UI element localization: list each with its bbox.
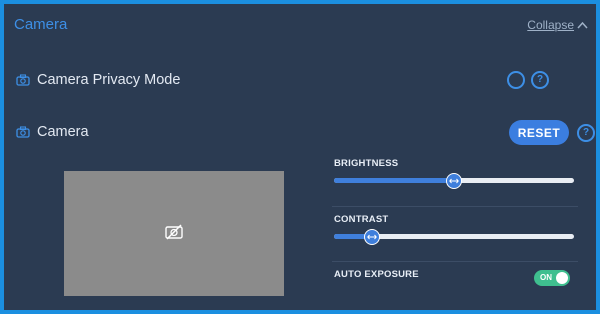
camera-section-header: Camera Collapse <box>4 4 596 44</box>
arrows-horizontal-icon <box>449 178 459 184</box>
collapse-link[interactable]: Collapse <box>527 18 588 32</box>
divider <box>332 261 578 262</box>
collapse-label: Collapse <box>527 18 574 32</box>
contrast-label: CONTRAST <box>334 214 389 225</box>
toggle-knob <box>556 272 568 284</box>
privacy-mode-label: Camera Privacy Mode <box>37 72 181 88</box>
chevron-up-icon <box>577 21 588 29</box>
camera-off-icon <box>165 224 183 240</box>
reset-button[interactable]: RESET <box>509 120 569 145</box>
divider <box>332 206 578 207</box>
slider-thumb[interactable] <box>446 173 462 189</box>
camera-label: Camera <box>37 124 89 140</box>
section-title: Camera <box>14 16 68 33</box>
auto-exposure-label: AUTO EXPOSURE <box>334 269 419 280</box>
brightness-label: BRIGHTNESS <box>334 158 399 169</box>
privacy-help-icon[interactable]: ? <box>531 71 549 89</box>
camera-preview <box>64 171 284 296</box>
camera-row: Camera <box>4 118 596 148</box>
slider-thumb[interactable] <box>364 229 381 245</box>
camera-icon <box>16 126 30 138</box>
camera-icon <box>16 74 30 86</box>
contrast-slider[interactable] <box>334 228 574 246</box>
arrows-horizontal-icon <box>367 234 378 240</box>
slider-fill <box>334 178 454 183</box>
brightness-slider[interactable] <box>334 172 574 190</box>
camera-help-icon[interactable]: ? <box>577 124 595 142</box>
privacy-mode-toggle[interactable] <box>507 71 525 89</box>
auto-exposure-toggle[interactable]: ON <box>534 270 570 286</box>
toggle-state-label: ON <box>540 273 552 282</box>
camera-panel: Camera Collapse Camera Privacy Mode ? Ca… <box>4 4 596 310</box>
